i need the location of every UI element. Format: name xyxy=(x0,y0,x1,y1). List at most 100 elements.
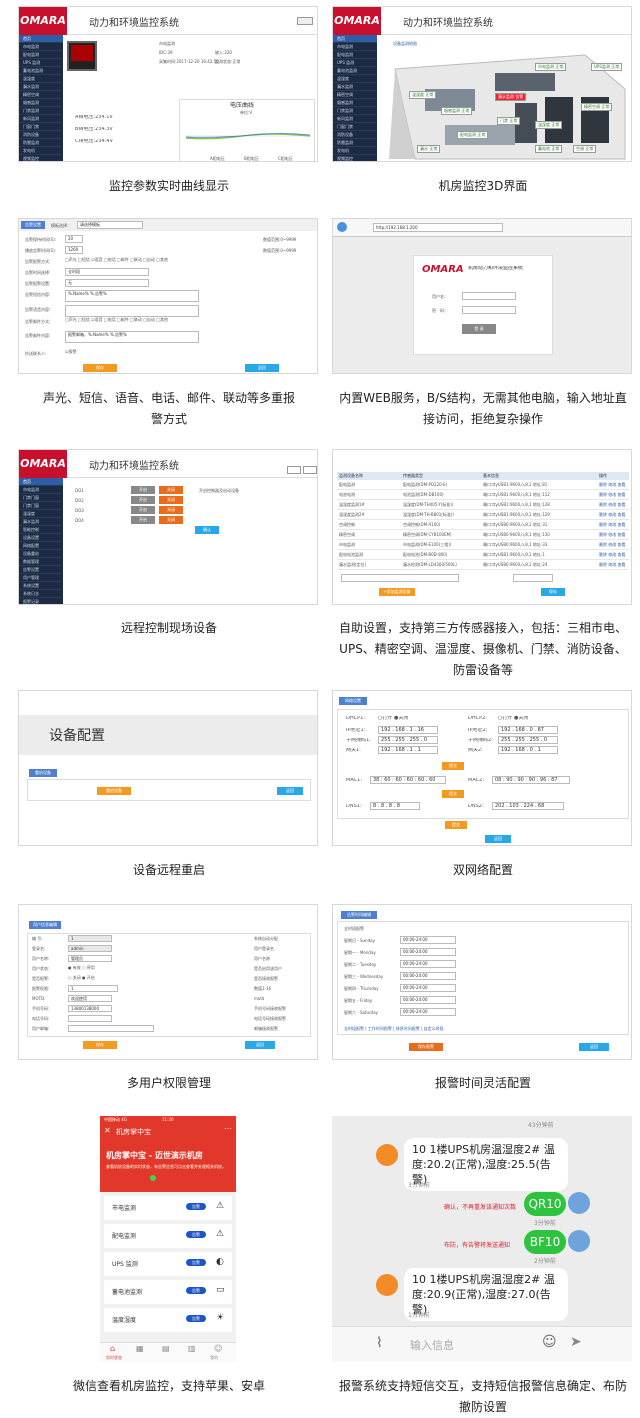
sidebar-item[interactable]: 发电机 xyxy=(19,147,63,155)
time-range-input[interactable]: 00:00-24:00 xyxy=(400,948,456,956)
form-value[interactable]: 20 xyxy=(65,235,83,243)
sidebar-item[interactable]: 漏水监测 xyxy=(19,518,63,526)
form-value[interactable]: 报警邮箱，%.Name% %.告警% xyxy=(65,331,199,343)
open-button[interactable]: 开启 xyxy=(131,496,155,504)
add-device-button[interactable]: +添加监测设备 xyxy=(379,588,415,596)
back-button[interactable]: 返回 xyxy=(579,1043,609,1051)
dns2-input[interactable]: 202 . 103 . 224 . 68 xyxy=(492,802,564,810)
sidebar-item[interactable]: 门禁门窗 xyxy=(19,502,63,510)
sidebar-item[interactable]: 新风监测 xyxy=(333,115,377,123)
monitor-item[interactable]: 市电监测 告警 ⚠ xyxy=(104,1196,232,1220)
tab-icon[interactable]: ⌂ xyxy=(110,1344,115,1353)
sidebar-item[interactable]: 发电机 xyxy=(333,147,377,155)
template-select[interactable]: 请选择模板 xyxy=(77,221,143,229)
gw1-input[interactable]: 192 . 168 . 1 . 1 xyxy=(378,746,438,754)
dhcp1-options[interactable]: ○打开 ●关闭 xyxy=(378,716,408,721)
sidebar-item[interactable]: 系统设置 xyxy=(19,582,63,590)
sidebar-item[interactable]: 漏水监测 xyxy=(333,83,377,91)
sidebar-item[interactable]: 门禁监测 xyxy=(19,107,63,115)
alarm-badge[interactable]: 告警 xyxy=(186,1231,206,1238)
tab-network[interactable]: 网络设置 xyxy=(339,697,367,705)
monitor-item[interactable]: UPS 监测 告警 ◐ xyxy=(104,1252,232,1276)
submit-dns-button[interactable]: 提交 xyxy=(445,821,467,829)
dns1-input[interactable]: 8 . 8 . 8 . 8 xyxy=(370,802,420,810)
sidebar-item[interactable]: 精密空调 xyxy=(333,91,377,99)
submit-ip-button[interactable]: 提交 xyxy=(442,762,464,770)
login-button[interactable]: 登 录 xyxy=(462,324,496,334)
save-button[interactable]: 保存 xyxy=(541,588,565,596)
status-tag[interactable]: 烟感监测 正常 xyxy=(441,107,473,115)
close-button[interactable]: 关闭 xyxy=(159,506,183,514)
alarm-badge[interactable]: 告警 xyxy=(186,1287,206,1294)
sidebar-item[interactable]: 门禁监测 xyxy=(333,107,377,115)
window-button[interactable] xyxy=(287,466,301,474)
sidebar-item[interactable]: 首页 xyxy=(19,478,63,486)
sidebar-item[interactable]: 设备设置 xyxy=(19,534,63,542)
sidebar-item[interactable]: 市电监测 xyxy=(19,43,63,51)
close-button[interactable]: 关闭 xyxy=(159,486,183,494)
sidebar-item[interactable]: 温湿度 xyxy=(19,510,63,518)
time-range-input[interactable]: 00:00-24:00 xyxy=(400,936,456,944)
ip1-input[interactable]: 192 . 168 . 1 . 16 xyxy=(378,726,438,734)
alarm-badge[interactable]: 告警 xyxy=(186,1315,206,1322)
status-tag[interactable]: 门禁 正常 xyxy=(497,117,521,125)
row-actions[interactable]: 删除 修改 查看 xyxy=(599,492,626,497)
row-actions[interactable]: 删除 修改 查看 xyxy=(599,502,626,507)
form-value[interactable] xyxy=(68,1025,154,1032)
mac2-input[interactable]: 08 : 90 : 90 : 90 : 96 : 87 xyxy=(492,776,570,784)
status-tag[interactable]: 蓄电池 正常 xyxy=(535,145,563,153)
sidebar-item[interactable]: 漏水监测 xyxy=(19,83,63,91)
alarm-badge[interactable]: 告警 xyxy=(186,1203,206,1210)
address-bar[interactable]: http://192.168.1.200 xyxy=(373,223,503,232)
sidebar-item[interactable]: 网络配置 xyxy=(19,542,63,550)
form-value[interactable]: 1260 xyxy=(65,246,83,254)
status-tag[interactable]: 漏水 正常 xyxy=(417,145,441,153)
form-value[interactable]: 管理员 xyxy=(68,955,112,962)
form-value[interactable]: %.Name% %.告警% xyxy=(65,290,199,302)
sidebar-item[interactable]: 温湿度 xyxy=(19,75,63,83)
send-icon[interactable]: ➤ xyxy=(570,1334,582,1350)
row-actions[interactable]: 删除 修改 查看 xyxy=(599,562,626,567)
time-range-input[interactable]: 00:00-24:00 xyxy=(400,996,456,1004)
sensor-type-select[interactable] xyxy=(341,574,459,582)
form-value[interactable]: 全时段 xyxy=(65,268,149,276)
mac1-input[interactable]: 38 : 60 : 60 : 60 : 60 : 60 xyxy=(370,776,446,784)
status-tag[interactable]: 精密空调 正常 xyxy=(581,103,613,111)
row-actions[interactable]: 删除 修改 查看 xyxy=(599,542,626,547)
port-select[interactable] xyxy=(513,574,553,582)
sidebar-item[interactable]: 告警设置 xyxy=(19,566,63,574)
sidebar-item[interactable]: 报警记录 xyxy=(19,598,63,604)
confirm-button[interactable]: 确认 xyxy=(195,526,219,534)
row-actions[interactable]: 删除 修改 查看 xyxy=(599,522,626,527)
form-value[interactable]: □声光 □短信 ☑语音 □电话 □邮件 □联动 □自动 □其他 xyxy=(65,257,168,262)
tab-icon[interactable]: ▥ xyxy=(188,1344,196,1353)
sidebar-item[interactable]: 配电监测 xyxy=(19,51,63,59)
restart-button[interactable]: 重启设备 xyxy=(97,787,131,795)
form-value[interactable]: ☑报警 xyxy=(65,349,77,354)
form-value[interactable]: 无 xyxy=(65,279,149,287)
tab-icon[interactable]: ▦ xyxy=(136,1344,144,1353)
back-button[interactable]: 返回 xyxy=(485,835,511,843)
time-range-input[interactable]: 00:00-24:00 xyxy=(400,984,456,992)
monitor-item[interactable]: 配电监测 告警 ⚠ xyxy=(104,1224,232,1248)
submit-mac-button[interactable]: 提交 xyxy=(442,790,464,798)
sidebar-item[interactable]: 市电监测 xyxy=(333,43,377,51)
back-button[interactable]: 返回 xyxy=(245,364,279,372)
username-input[interactable] xyxy=(462,292,516,300)
time-range-input[interactable]: 00:00-24:00 xyxy=(400,960,456,968)
window-button[interactable] xyxy=(297,17,313,25)
dhcp2-options[interactable]: ○打开 ●关闭 xyxy=(498,716,528,721)
sidebar-item[interactable]: 门窗门禁 xyxy=(19,123,63,131)
row-actions[interactable]: 删除 修改 查看 xyxy=(599,552,626,557)
status-tag[interactable]: 空调 正常 xyxy=(573,145,597,153)
back-button[interactable]: 返回 xyxy=(277,787,303,795)
emoji-icon[interactable]: ☺ xyxy=(542,1334,557,1350)
sidebar-item[interactable]: 新风监测 xyxy=(19,115,63,123)
row-actions[interactable]: 删除 修改 查看 xyxy=(599,532,626,537)
status-tag[interactable]: 漏水监测 告警 xyxy=(495,93,527,101)
form-value[interactable]: ● 有效 ○ 停用 xyxy=(68,965,95,970)
message-input[interactable]: 输入信息 xyxy=(410,1337,454,1353)
schedule-links[interactable]: 全时段报警 | 工作时间报警 | 休息时间报警 | 自定义时段 xyxy=(344,1026,444,1031)
tab-icon[interactable]: ☺ xyxy=(214,1344,222,1353)
sidebar-item[interactable]: 门窗门禁 xyxy=(333,123,377,131)
